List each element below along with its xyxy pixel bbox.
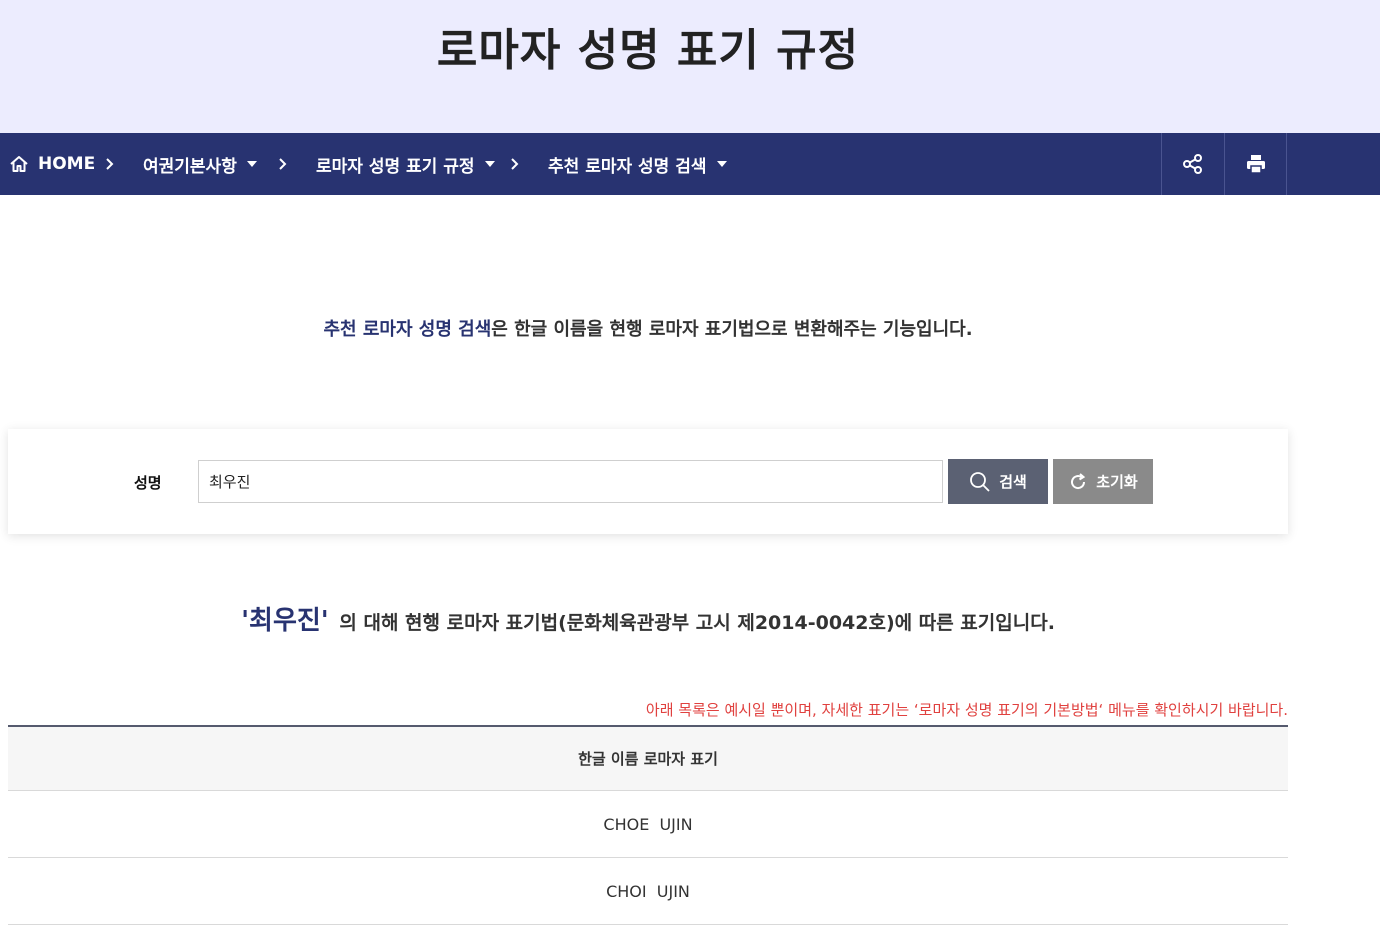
caret-down-icon [484,161,495,167]
intro-rest: 은 한글 이름을 현행 로마자 표기법으로 변환해주는 기능입니다. [491,319,973,340]
caret-down-icon [716,161,727,167]
breadcrumb-item-passport-basics[interactable]: 여권기본사항 [143,133,257,195]
result-query-name: '최우진' [241,606,329,636]
home-icon [9,155,29,173]
breadcrumb-item-label: 여권기본사항 [143,156,237,177]
breadcrumb-item-label: 추천 로마자 성명 검색 [548,156,707,177]
search-panel: 성명 검색 초기화 [8,429,1288,534]
share-button[interactable] [1161,133,1224,195]
breadcrumb-item-romanization-rules[interactable]: 로마자 성명 표기 규정 [316,133,495,195]
refresh-icon [1068,472,1088,492]
breadcrumb-item-name-search[interactable]: 추천 로마자 성명 검색 [548,133,727,195]
reset-button[interactable]: 초기화 [1053,459,1153,504]
search-icon [969,471,991,493]
breadcrumb-nav: HOME 여권기본사항 로마자 성명 표기 규정 추천 로마자 성명 검색 [0,133,1380,195]
result-description: 의 대해 현행 로마자 표기법(문화체육관광부 고시 제2014-0042호)에… [339,612,1055,634]
print-button[interactable] [1224,133,1287,195]
romanization-table: 한글 이름 로마자 표기 CHOE UJIN CHOI UJIN [8,725,1288,925]
reset-button-label: 초기화 [1096,473,1138,491]
breadcrumb-home-label: HOME [38,154,96,174]
breadcrumb-home[interactable]: HOME [9,133,95,195]
page-header: 로마자 성명 표기 규정 [0,0,1380,133]
chevron-right-icon [278,133,288,195]
breadcrumb-item-label: 로마자 성명 표기 규정 [316,156,475,177]
table-row: CHOE UJIN [8,791,1288,858]
table-row: CHOI UJIN [8,858,1288,925]
print-icon [1245,153,1267,175]
name-search-input[interactable] [198,460,943,503]
share-icon [1182,153,1204,175]
page-title: 로마자 성명 표기 규정 [436,25,860,76]
intro-highlight: 추천 로마자 성명 검색 [323,319,492,340]
search-button[interactable]: 검색 [948,459,1048,504]
table-header: 한글 이름 로마자 표기 [8,727,1288,791]
search-button-label: 검색 [999,473,1027,491]
notice-text: 아래 목록은 예시일 뿐이며, 자세한 표기는 ‘로마자 성명 표기의 기본방법… [645,701,1288,719]
caret-down-icon [246,161,257,167]
chevron-right-icon [510,133,520,195]
intro-text: 추천 로마자 성명 검색은 한글 이름을 현행 로마자 표기법으로 변환해주는 … [0,315,1296,341]
result-heading: '최우진' 의 대해 현행 로마자 표기법(문화체육관광부 고시 제2014-0… [0,600,1296,637]
name-field-label: 성명 [134,474,162,492]
chevron-right-icon [105,133,115,195]
